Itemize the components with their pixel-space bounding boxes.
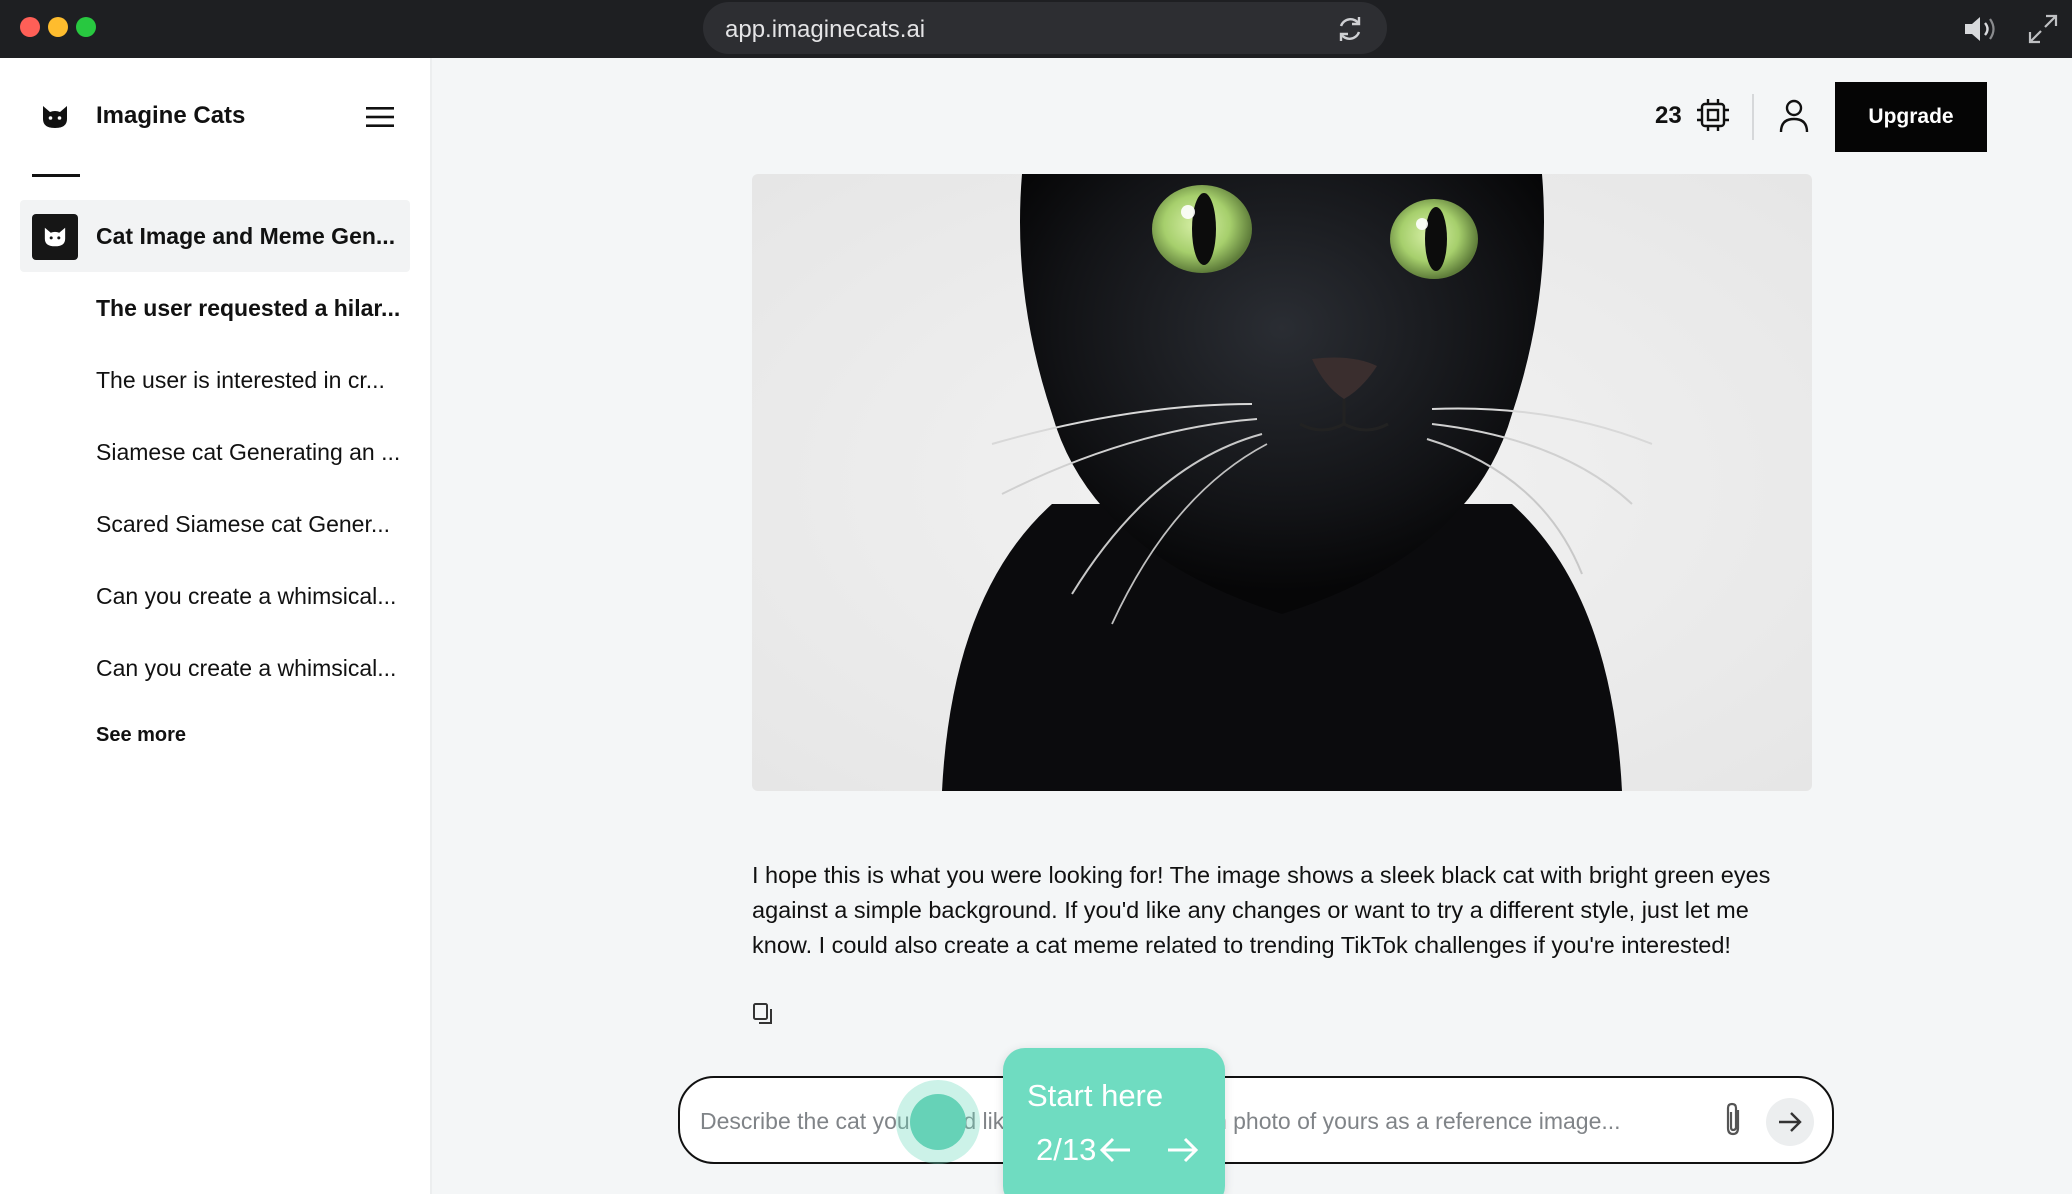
menu-icon[interactable] bbox=[364, 104, 396, 130]
chat-item[interactable]: Scared Siamese cat Gener... bbox=[20, 488, 410, 560]
generated-cat-image bbox=[752, 174, 1812, 791]
chip-icon bbox=[1697, 99, 1729, 131]
sidebar: Imagine Cats Cat Image and Meme Gen... T… bbox=[0, 58, 432, 1194]
tour-pulse-indicator bbox=[896, 1080, 980, 1164]
chat-item[interactable]: Can you create a whimsical... bbox=[20, 632, 410, 704]
expand-icon[interactable] bbox=[2026, 12, 2060, 46]
cat-logo-icon bbox=[43, 106, 67, 128]
minimize-window-button[interactable] bbox=[48, 17, 68, 37]
chat-item-label: Cat Image and Meme Gen... bbox=[96, 222, 396, 249]
upgrade-button[interactable]: Upgrade bbox=[1835, 82, 1987, 152]
tour-pulse-core bbox=[910, 1094, 966, 1150]
maximize-window-button[interactable] bbox=[76, 17, 96, 37]
chat-item[interactable]: Siamese cat Generating an ... bbox=[20, 416, 410, 488]
chat-item-label: Siamese cat Generating an ... bbox=[96, 438, 401, 465]
copy-icon[interactable] bbox=[752, 1002, 774, 1026]
chat-history-list: Cat Image and Meme Gen... The user reque… bbox=[20, 200, 410, 704]
tour-popover: Start here 2/13 bbox=[1003, 1048, 1225, 1194]
arrow-right-icon bbox=[1779, 1112, 1802, 1132]
credits-count: 23 bbox=[1655, 102, 1682, 129]
reload-icon[interactable] bbox=[1335, 14, 1365, 44]
chat-item-label: Scared Siamese cat Gener... bbox=[96, 510, 391, 537]
arrow-left-icon[interactable] bbox=[1099, 1136, 1133, 1164]
tour-title: Start here bbox=[1027, 1078, 1164, 1113]
arrow-right-icon[interactable] bbox=[1165, 1136, 1199, 1164]
header-divider bbox=[1752, 94, 1754, 140]
tour-progress: 2/13 bbox=[1036, 1132, 1097, 1167]
chat-item-label: Can you create a whimsical... bbox=[96, 654, 397, 681]
brand-name: Imagine Cats bbox=[96, 102, 246, 129]
chat-item-label: The user is interested in cr... bbox=[96, 366, 385, 393]
address-bar[interactable]: app.imaginecats.ai bbox=[703, 2, 1387, 54]
close-window-button[interactable] bbox=[20, 17, 40, 37]
paperclip-icon[interactable] bbox=[1720, 1100, 1748, 1140]
chat-item-label: Can you create a whimsical... bbox=[96, 582, 397, 609]
url-text: app.imaginecats.ai bbox=[725, 16, 926, 43]
chat-item[interactable]: Can you create a whimsical... bbox=[20, 560, 410, 632]
speaker-icon[interactable] bbox=[1962, 14, 1998, 44]
sidebar-divider bbox=[32, 174, 80, 177]
chat-item-label: The user requested a hilar... bbox=[96, 294, 401, 321]
user-icon[interactable] bbox=[1778, 98, 1810, 134]
browser-chrome: app.imaginecats.ai bbox=[0, 0, 2072, 58]
send-button[interactable] bbox=[1766, 1098, 1814, 1146]
chat-item[interactable]: The user is interested in cr... bbox=[20, 344, 410, 416]
chat-item[interactable]: The user requested a hilar... bbox=[20, 272, 410, 344]
assistant-message: I hope this is what you were looking for… bbox=[752, 862, 1771, 958]
cat-avatar-icon bbox=[32, 214, 78, 260]
chat-item-active[interactable]: Cat Image and Meme Gen... bbox=[20, 200, 410, 272]
composer bbox=[678, 1076, 1834, 1164]
see-more-link[interactable]: See more bbox=[96, 724, 186, 747]
